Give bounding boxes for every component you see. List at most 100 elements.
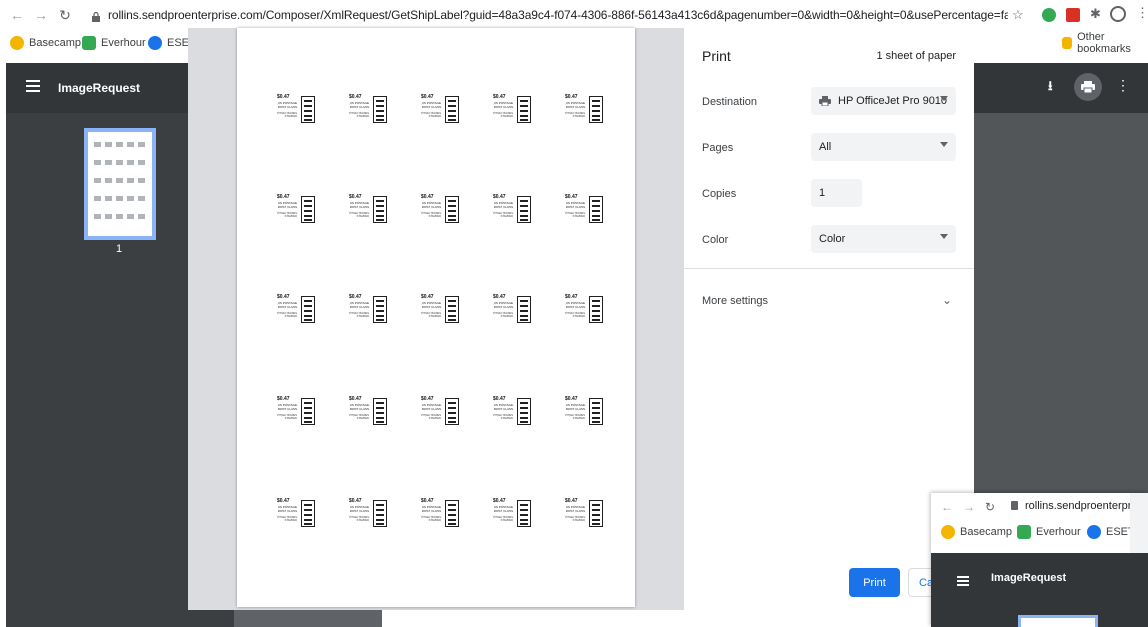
other-bookmarks[interactable]: Other bookmarks [1062, 31, 1148, 55]
label-service: US POSTAGE FIRST CLASS [421, 505, 441, 513]
overlapping-browser-window[interactable]: ← → ↻ rollins.sendproenterpr Basecamp Ev… [931, 493, 1148, 627]
profile-icon[interactable] [1110, 6, 1126, 22]
address-bar[interactable]: rollins.sendproenterprise.com/Composer/X… [108, 8, 1008, 22]
label-carrier: PITNEY BOWES STAMPED [565, 516, 585, 522]
menu-kebab-icon[interactable]: ⋮ [1136, 5, 1148, 21]
postage-label: $0.47 US POSTAGE FIRST CLASS PITNEY BOWES ST… [341, 294, 393, 324]
preview-page: $0.47 US POSTAGE FIRST CLASS PITNEY BOWES ST… [237, 28, 635, 607]
thumbnail-label [105, 196, 112, 201]
pdf-bottom-strip [234, 610, 382, 627]
label-carrier: PITNEY BOWES STAMPED [565, 312, 585, 318]
thumbnail-label [105, 142, 112, 147]
more-settings-toggle[interactable]: More settings ⌄ [684, 283, 974, 313]
pdf-toolbar: ImageRequest [931, 553, 1148, 627]
thumbnail-label [127, 178, 134, 183]
color-select[interactable]: Color [811, 225, 956, 253]
forward-icon[interactable]: → [963, 500, 975, 514]
star-icon[interactable]: ☆ [1012, 7, 1024, 23]
thumbnail-label [116, 214, 123, 219]
label-price: $0.47 [493, 94, 506, 100]
label-service: US POSTAGE FIRST CLASS [565, 403, 585, 411]
postage-indicia-icon [373, 196, 387, 223]
postage-label: $0.47 US POSTAGE FIRST CLASS PITNEY BOWES ST… [269, 94, 321, 124]
bookmark-everhour[interactable]: Everhour [1017, 523, 1081, 541]
more-options-icon[interactable]: ⋮ [1116, 77, 1130, 94]
thumbnail-label [94, 214, 101, 219]
label-carrier: PITNEY BOWES STAMPED [493, 414, 513, 420]
label-price: $0.47 [421, 94, 434, 100]
page-thumbnail[interactable] [84, 128, 156, 240]
postage-label: $0.47 US POSTAGE FIRST CLASS PITNEY BOWES ST… [557, 94, 609, 124]
label-price: $0.47 [565, 294, 578, 300]
postage-label: $0.47 US POSTAGE FIRST CLASS PITNEY BOWES ST… [413, 396, 465, 426]
copies-label: Copies [702, 188, 737, 200]
lock-icon [1011, 501, 1018, 510]
color-label: Color [702, 234, 729, 246]
label-price: $0.47 [565, 94, 578, 100]
reload-icon[interactable]: ↻ [985, 500, 995, 514]
label-carrier: PITNEY BOWES STAMPED [493, 212, 513, 218]
postage-indicia-icon [301, 398, 315, 425]
bookmark-everhour[interactable]: Everhour [82, 34, 146, 52]
postage-indicia-icon [517, 500, 531, 527]
back-icon[interactable]: ← [941, 500, 953, 514]
extensions-pin-icon[interactable]: ✱ [1090, 6, 1101, 22]
print-button[interactable]: Print [849, 568, 900, 597]
thumbnail-label [127, 160, 134, 165]
label-service: US POSTAGE FIRST CLASS [565, 201, 585, 209]
divider [684, 268, 974, 269]
bookmark-basecamp[interactable]: Basecamp [941, 523, 1012, 541]
thumbnail-label [127, 214, 134, 219]
destination-select[interactable]: HP OfficeJet Pro 9010 [811, 87, 956, 115]
label-price: $0.47 [421, 194, 434, 200]
postage-indicia-icon [445, 398, 459, 425]
label-service: US POSTAGE FIRST CLASS [349, 201, 369, 209]
window-edge [1130, 493, 1148, 553]
copies-input[interactable]: 1 [811, 179, 862, 207]
label-service: US POSTAGE FIRST CLASS [493, 403, 513, 411]
label-price: $0.47 [493, 294, 506, 300]
address-bar[interactable]: rollins.sendproenterpr [1025, 500, 1131, 512]
postage-label: $0.47 US POSTAGE FIRST CLASS PITNEY BOWES ST… [269, 498, 321, 528]
label-price: $0.47 [565, 396, 578, 402]
color-value: Color [819, 233, 846, 245]
hamburger-icon[interactable] [957, 573, 969, 586]
label-price: $0.47 [277, 294, 290, 300]
download-icon[interactable]: ⭳ [1048, 77, 1053, 99]
label-service: US POSTAGE FIRST CLASS [493, 505, 513, 513]
reload-icon[interactable]: ↻ [56, 6, 74, 24]
print-title: Print [702, 48, 731, 64]
label-service: US POSTAGE FIRST CLASS [421, 201, 441, 209]
other-bookmarks-label: Other bookmarks [1077, 31, 1131, 55]
destination-value: HP OfficeJet Pro 9010 [838, 95, 948, 107]
postage-indicia-icon [373, 500, 387, 527]
hamburger-icon[interactable] [26, 79, 40, 92]
page-thumbnail[interactable] [1018, 615, 1098, 627]
bookmark-basecamp[interactable]: Basecamp [10, 34, 81, 52]
print-icon-button[interactable] [1074, 73, 1102, 101]
postage-label: $0.47 US POSTAGE FIRST CLASS PITNEY BOWES ST… [413, 194, 465, 224]
postage-indicia-icon [445, 500, 459, 527]
pages-select[interactable]: All [811, 133, 956, 161]
postage-indicia-icon [517, 196, 531, 223]
postage-label: $0.47 US POSTAGE FIRST CLASS PITNEY BOWES ST… [413, 498, 465, 528]
extension-green-icon[interactable] [1042, 8, 1056, 22]
thumbnail-label [105, 178, 112, 183]
back-icon[interactable]: ← [8, 6, 26, 24]
lock-icon [92, 9, 100, 22]
label-price: $0.47 [421, 294, 434, 300]
label-carrier: PITNEY BOWES STAMPED [349, 312, 369, 318]
label-service: US POSTAGE FIRST CLASS [493, 201, 513, 209]
label-service: US POSTAGE FIRST CLASS [277, 301, 297, 309]
bookmark-eset[interactable]: ESET [1087, 523, 1135, 541]
label-carrier: PITNEY BOWES STAMPED [565, 212, 585, 218]
label-service: US POSTAGE FIRST CLASS [349, 301, 369, 309]
label-price: $0.47 [349, 498, 362, 504]
postage-indicia-icon [445, 296, 459, 323]
postage-indicia-icon [301, 196, 315, 223]
extension-red-icon[interactable] [1066, 8, 1080, 22]
forward-icon[interactable]: → [32, 6, 50, 24]
postage-indicia-icon [373, 96, 387, 123]
postage-indicia-icon [589, 398, 603, 425]
thumbnail-label [116, 160, 123, 165]
